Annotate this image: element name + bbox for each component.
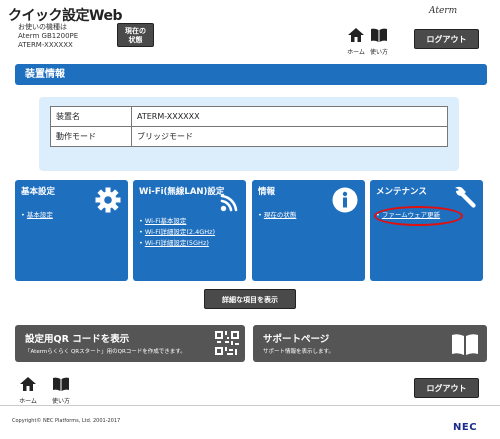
- footer-home-label: ホーム: [19, 398, 37, 405]
- basic-settings-links: • 基本設定: [21, 210, 53, 221]
- help-button[interactable]: 使い方: [366, 27, 392, 56]
- support-page-description: サポート情報を表示します。: [263, 349, 334, 355]
- support-page-title: サポートページ: [263, 334, 330, 345]
- footer-home-button[interactable]: ホーム: [15, 376, 41, 405]
- link-wifi-5ghz-label: Wi-Fi詳細設定(5GHz): [144, 239, 209, 247]
- information-tile: 情報 • 現在の状態: [252, 180, 365, 281]
- information-links: • 現在の状態: [258, 210, 296, 221]
- model-name: Aterm GB1200PE: [18, 32, 79, 40]
- basic-settings-title: 基本設定: [21, 187, 56, 197]
- link-wifi-5ghz[interactable]: • Wi-Fi詳細設定(5GHz): [139, 238, 215, 249]
- link-basic-settings-label: 基本設定: [26, 211, 53, 219]
- current-status-button[interactable]: 現在の 状態: [117, 23, 154, 47]
- table-row: 動作モード ブリッジモード: [50, 126, 448, 147]
- status-button-line-2: 状態: [128, 36, 143, 44]
- nec-logo: NEC: [453, 422, 478, 433]
- section-title: 装置情報: [15, 64, 487, 85]
- basic-settings-tile: 基本設定 • 基本設定: [15, 180, 128, 281]
- wrench-icon: [455, 186, 476, 208]
- maintenance-tile: メンテナンス • ファームウェア更新: [370, 180, 483, 281]
- app-title: クイック設定Web: [8, 8, 122, 24]
- information-title: 情報: [258, 187, 276, 197]
- footer-logout-button[interactable]: ログアウト: [414, 378, 479, 398]
- home-icon: [348, 28, 364, 42]
- table-row: 装置名 ATERM-XXXXXX: [50, 106, 448, 127]
- model-caption: お使いの機種は: [18, 23, 67, 31]
- qr-code-description: 「Atermらくらく QRスタート」用のQRコードを作成できます。: [25, 349, 186, 355]
- device-info-panel: 装置名 ATERM-XXXXXX 動作モード ブリッジモード: [39, 97, 459, 171]
- device-name-value: ATERM-XXXXXX: [131, 106, 448, 127]
- link-wifi-basic-label: Wi-Fi基本設定: [144, 217, 187, 225]
- support-page-panel[interactable]: サポートページ サポート情報を表示します。: [253, 325, 487, 362]
- maintenance-title: メンテナンス: [376, 187, 427, 197]
- aterm-logo: Aterm: [429, 6, 458, 16]
- qr-code-icon: [215, 331, 239, 355]
- book-icon: [371, 28, 387, 42]
- wifi-settings-links: • Wi-Fi基本設定 • Wi-Fi詳細設定(2.4GHz) • Wi-Fi詳細設定…: [139, 216, 215, 249]
- footer-help-label: 使い方: [51, 398, 70, 405]
- footer-divider: [0, 405, 500, 406]
- header: クイック設定Web お使いの機種は Aterm GB1200PE ATERM-X…: [0, 0, 500, 60]
- copyright: Copyright© NEC Platforms, Ltd. 2001-2017: [12, 418, 121, 424]
- link-wifi-24ghz[interactable]: • Wi-Fi詳細設定(2.4GHz): [139, 227, 215, 238]
- qr-code-panel[interactable]: 設定用QR コードを表示 「Atermらくらく QRスタート」用のQRコードを作…: [15, 325, 245, 362]
- logout-button[interactable]: ログアウト: [414, 29, 479, 49]
- book-icon: [452, 334, 478, 355]
- help-label: 使い方: [369, 49, 388, 56]
- link-wifi-basic[interactable]: • Wi-Fi基本設定: [139, 216, 215, 227]
- info-icon: [332, 187, 358, 213]
- wifi-settings-tile: Wi-Fi(無線LAN)設定 • Wi-Fi基本設定 • Wi-Fi詳細設定(2.4…: [133, 180, 246, 281]
- highlight-circle: [374, 206, 463, 226]
- show-details-button[interactable]: 詳細な項目を表示: [204, 289, 296, 309]
- qr-code-title: 設定用QR コードを表示: [25, 334, 130, 345]
- operation-mode-value: ブリッジモード: [131, 126, 448, 147]
- book-icon: [53, 377, 69, 391]
- link-basic-settings[interactable]: • 基本設定: [21, 210, 53, 221]
- footer-help-button[interactable]: 使い方: [48, 376, 74, 405]
- device-id: ATERM-XXXXXX: [18, 41, 73, 49]
- home-icon: [20, 377, 36, 391]
- link-current-status[interactable]: • 現在の状態: [258, 210, 296, 221]
- device-info-table: 装置名 ATERM-XXXXXX 動作モード ブリッジモード: [50, 106, 448, 147]
- device-name-key: 装置名: [50, 106, 132, 127]
- link-wifi-24ghz-label: Wi-Fi詳細設定(2.4GHz): [144, 228, 216, 236]
- gear-icon: [95, 187, 121, 213]
- status-button-line-1: 現在の: [125, 27, 146, 35]
- wifi-icon: [220, 194, 238, 212]
- link-current-status-label: 現在の状態: [263, 211, 297, 219]
- operation-mode-key: 動作モード: [50, 126, 132, 147]
